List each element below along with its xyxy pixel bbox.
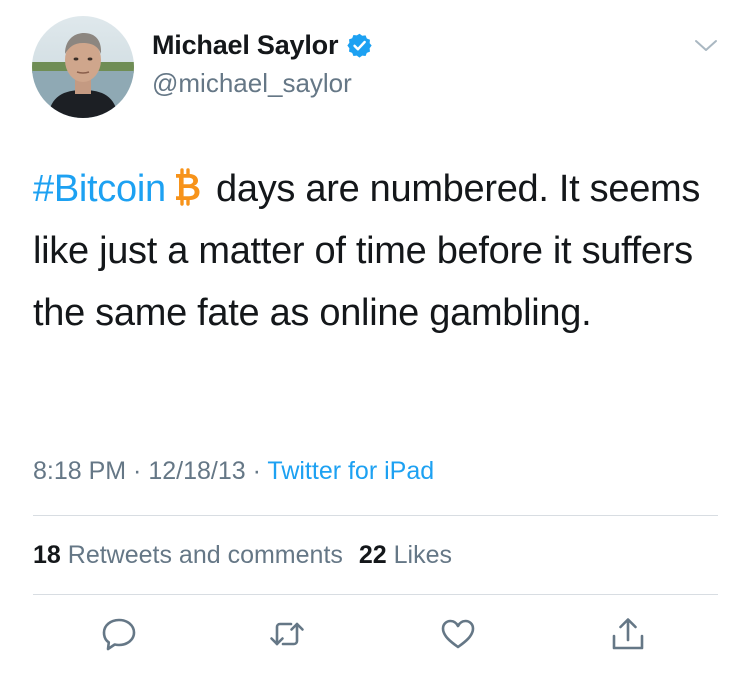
tweet-time[interactable]: 8:18 PM bbox=[33, 457, 126, 485]
tweet-source-link[interactable]: Twitter for iPad bbox=[267, 457, 434, 485]
tweet-date[interactable]: 12/18/13 bbox=[148, 457, 245, 485]
retweets-count: 18 bbox=[33, 541, 61, 569]
chevron-down-icon[interactable] bbox=[694, 36, 718, 56]
tweet-text: #Bitcoin days are numbered. It seems lik… bbox=[33, 158, 713, 344]
divider bbox=[33, 594, 718, 595]
retweets-label: Retweets and comments bbox=[67, 541, 343, 569]
likes-stat[interactable]: 22 Likes bbox=[359, 541, 452, 569]
meta-separator: · bbox=[245, 457, 268, 485]
hashtag-link[interactable]: #Bitcoin bbox=[33, 168, 166, 210]
tweet-stats: 18 Retweets and comments 22 Likes bbox=[33, 541, 452, 570]
likes-count: 22 bbox=[358, 541, 387, 569]
retweets-stat[interactable]: 18 Retweets and comments bbox=[33, 541, 343, 569]
retweet-icon[interactable] bbox=[267, 616, 307, 652]
tweet-card: Michael Saylor @michael_saylor #Bitcoin … bbox=[0, 0, 732, 674]
verified-badge-icon bbox=[346, 32, 373, 59]
user-handle[interactable]: @michael_saylor bbox=[152, 68, 352, 99]
share-icon[interactable] bbox=[608, 616, 648, 652]
action-bar bbox=[0, 616, 732, 652]
divider bbox=[33, 515, 718, 516]
bitcoin-icon bbox=[172, 163, 202, 206]
heart-icon[interactable] bbox=[438, 616, 478, 652]
reply-icon[interactable] bbox=[99, 616, 139, 652]
likes-label: Likes bbox=[393, 541, 453, 569]
display-name[interactable]: Michael Saylor bbox=[152, 30, 338, 61]
name-row: Michael Saylor bbox=[152, 30, 373, 61]
meta-separator: · bbox=[126, 457, 149, 485]
avatar[interactable] bbox=[32, 16, 134, 118]
tweet-meta: 8:18 PM · 12/18/13 · Twitter for iPad bbox=[33, 457, 434, 486]
